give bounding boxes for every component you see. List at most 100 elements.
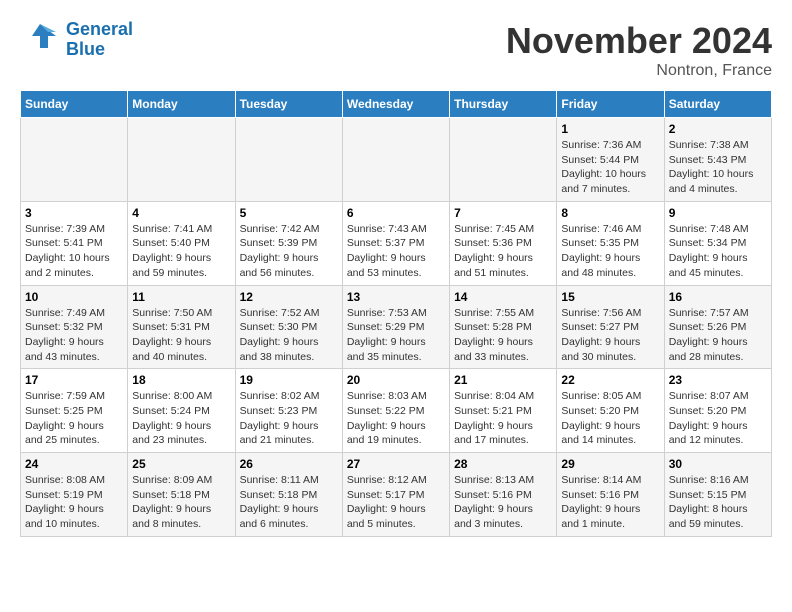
day-info: Sunrise: 8:00 AM Sunset: 5:24 PM Dayligh… xyxy=(132,389,230,448)
day-cell xyxy=(21,118,128,202)
day-info: Sunrise: 7:49 AM Sunset: 5:32 PM Dayligh… xyxy=(25,306,123,365)
header-thursday: Thursday xyxy=(450,91,557,118)
day-cell: 9 Sunrise: 7:48 AM Sunset: 5:34 PM Daylig… xyxy=(664,201,771,285)
day-cell: 29 Sunrise: 8:14 AM Sunset: 5:16 PM Dayli… xyxy=(557,453,664,537)
calendar-header: SundayMondayTuesdayWednesdayThursdayFrid… xyxy=(21,91,772,118)
day-number: 1 xyxy=(561,122,659,136)
day-cell: 7 Sunrise: 7:45 AM Sunset: 5:36 PM Daylig… xyxy=(450,201,557,285)
day-cell: 3 Sunrise: 7:39 AM Sunset: 5:41 PM Daylig… xyxy=(21,201,128,285)
day-cell: 5 Sunrise: 7:42 AM Sunset: 5:39 PM Daylig… xyxy=(235,201,342,285)
day-cell xyxy=(128,118,235,202)
day-cell: 19 Sunrise: 8:02 AM Sunset: 5:23 PM Dayli… xyxy=(235,369,342,453)
day-number: 20 xyxy=(347,373,445,387)
week-row-5: 24Sunrise: 8:08 AM Sunset: 5:19 PM Dayli… xyxy=(21,453,772,537)
header-monday: Monday xyxy=(128,91,235,118)
day-number: 19 xyxy=(240,373,338,387)
week-row-4: 17Sunrise: 7:59 AM Sunset: 5:25 PM Dayli… xyxy=(21,369,772,453)
day-number: 10 xyxy=(25,290,123,304)
calendar-table: SundayMondayTuesdayWednesdayThursdayFrid… xyxy=(20,90,772,537)
day-number: 28 xyxy=(454,457,552,471)
day-cell: 6Sunrise: 7:43 AM Sunset: 5:37 PM Daylig… xyxy=(342,201,449,285)
day-cell: 27Sunrise: 8:12 AM Sunset: 5:17 PM Dayli… xyxy=(342,453,449,537)
day-cell: 16 Sunrise: 7:57 AM Sunset: 5:26 PM Dayli… xyxy=(664,285,771,369)
day-number: 13 xyxy=(347,290,445,304)
day-cell: 23 Sunrise: 8:07 AM Sunset: 5:20 PM Dayli… xyxy=(664,369,771,453)
calendar-body: 1 Sunrise: 7:36 AM Sunset: 5:44 PM Daylig… xyxy=(21,118,772,537)
day-cell: 4 Sunrise: 7:41 AM Sunset: 5:40 PM Daylig… xyxy=(128,201,235,285)
day-info: Sunrise: 8:09 AM Sunset: 5:18 PM Dayligh… xyxy=(132,473,230,532)
day-cell: 17Sunrise: 7:59 AM Sunset: 5:25 PM Dayli… xyxy=(21,369,128,453)
logo-icon xyxy=(20,20,60,60)
day-cell: 24Sunrise: 8:08 AM Sunset: 5:19 PM Dayli… xyxy=(21,453,128,537)
title-block: November 2024 Nontron, France xyxy=(506,20,772,80)
day-cell: 21 Sunrise: 8:04 AM Sunset: 5:21 PM Dayli… xyxy=(450,369,557,453)
day-number: 15 xyxy=(561,290,659,304)
day-cell: 2 Sunrise: 7:38 AM Sunset: 5:43 PM Daylig… xyxy=(664,118,771,202)
day-number: 2 xyxy=(669,122,767,136)
logo-line1: General xyxy=(66,19,133,39)
day-info: Sunrise: 8:14 AM Sunset: 5:16 PM Dayligh… xyxy=(561,473,659,532)
day-cell: 10 Sunrise: 7:49 AM Sunset: 5:32 PM Dayli… xyxy=(21,285,128,369)
day-number: 8 xyxy=(561,206,659,220)
day-cell: 18 Sunrise: 8:00 AM Sunset: 5:24 PM Dayli… xyxy=(128,369,235,453)
header-saturday: Saturday xyxy=(664,91,771,118)
day-cell: 1 Sunrise: 7:36 AM Sunset: 5:44 PM Daylig… xyxy=(557,118,664,202)
day-number: 3 xyxy=(25,206,123,220)
header-friday: Friday xyxy=(557,91,664,118)
day-cell: 25Sunrise: 8:09 AM Sunset: 5:18 PM Dayli… xyxy=(128,453,235,537)
day-info: Sunrise: 7:48 AM Sunset: 5:34 PM Dayligh… xyxy=(669,222,767,281)
day-info: Sunrise: 7:39 AM Sunset: 5:41 PM Dayligh… xyxy=(25,222,123,281)
day-cell: 22Sunrise: 8:05 AM Sunset: 5:20 PM Dayli… xyxy=(557,369,664,453)
day-info: Sunrise: 7:41 AM Sunset: 5:40 PM Dayligh… xyxy=(132,222,230,281)
logo-text: General Blue xyxy=(66,20,133,60)
day-info: Sunrise: 8:02 AM Sunset: 5:23 PM Dayligh… xyxy=(240,389,338,448)
day-cell: 13 Sunrise: 7:53 AM Sunset: 5:29 PM Dayli… xyxy=(342,285,449,369)
day-info: Sunrise: 7:50 AM Sunset: 5:31 PM Dayligh… xyxy=(132,306,230,365)
day-info: Sunrise: 7:36 AM Sunset: 5:44 PM Dayligh… xyxy=(561,138,659,197)
day-info: Sunrise: 7:53 AM Sunset: 5:29 PM Dayligh… xyxy=(347,306,445,365)
header-wednesday: Wednesday xyxy=(342,91,449,118)
day-info: Sunrise: 8:16 AM Sunset: 5:15 PM Dayligh… xyxy=(669,473,767,532)
day-info: Sunrise: 7:55 AM Sunset: 5:28 PM Dayligh… xyxy=(454,306,552,365)
header-row: SundayMondayTuesdayWednesdayThursdayFrid… xyxy=(21,91,772,118)
logo-line2: Blue xyxy=(66,39,105,59)
day-info: Sunrise: 7:46 AM Sunset: 5:35 PM Dayligh… xyxy=(561,222,659,281)
day-info: Sunrise: 7:42 AM Sunset: 5:39 PM Dayligh… xyxy=(240,222,338,281)
week-row-1: 1 Sunrise: 7:36 AM Sunset: 5:44 PM Daylig… xyxy=(21,118,772,202)
day-number: 5 xyxy=(240,206,338,220)
day-number: 4 xyxy=(132,206,230,220)
day-number: 14 xyxy=(454,290,552,304)
day-number: 29 xyxy=(561,457,659,471)
day-cell: 12Sunrise: 7:52 AM Sunset: 5:30 PM Dayli… xyxy=(235,285,342,369)
day-info: Sunrise: 8:03 AM Sunset: 5:22 PM Dayligh… xyxy=(347,389,445,448)
day-info: Sunrise: 8:07 AM Sunset: 5:20 PM Dayligh… xyxy=(669,389,767,448)
day-cell xyxy=(450,118,557,202)
page-header: General Blue November 2024 Nontron, Fran… xyxy=(20,20,772,80)
day-number: 18 xyxy=(132,373,230,387)
day-number: 12 xyxy=(240,290,338,304)
day-info: Sunrise: 7:59 AM Sunset: 5:25 PM Dayligh… xyxy=(25,389,123,448)
day-cell: 26Sunrise: 8:11 AM Sunset: 5:18 PM Dayli… xyxy=(235,453,342,537)
day-info: Sunrise: 7:43 AM Sunset: 5:37 PM Dayligh… xyxy=(347,222,445,281)
day-number: 30 xyxy=(669,457,767,471)
day-info: Sunrise: 7:38 AM Sunset: 5:43 PM Dayligh… xyxy=(669,138,767,197)
day-number: 24 xyxy=(25,457,123,471)
day-info: Sunrise: 8:13 AM Sunset: 5:16 PM Dayligh… xyxy=(454,473,552,532)
day-number: 26 xyxy=(240,457,338,471)
day-number: 9 xyxy=(669,206,767,220)
day-cell: 30 Sunrise: 8:16 AM Sunset: 5:15 PM Dayli… xyxy=(664,453,771,537)
day-info: Sunrise: 8:05 AM Sunset: 5:20 PM Dayligh… xyxy=(561,389,659,448)
day-cell xyxy=(235,118,342,202)
day-info: Sunrise: 7:56 AM Sunset: 5:27 PM Dayligh… xyxy=(561,306,659,365)
day-number: 16 xyxy=(669,290,767,304)
logo: General Blue xyxy=(20,20,133,60)
day-info: Sunrise: 8:04 AM Sunset: 5:21 PM Dayligh… xyxy=(454,389,552,448)
day-number: 7 xyxy=(454,206,552,220)
day-number: 21 xyxy=(454,373,552,387)
header-sunday: Sunday xyxy=(21,91,128,118)
day-cell xyxy=(342,118,449,202)
day-info: Sunrise: 7:45 AM Sunset: 5:36 PM Dayligh… xyxy=(454,222,552,281)
day-info: Sunrise: 7:57 AM Sunset: 5:26 PM Dayligh… xyxy=(669,306,767,365)
day-cell: 14 Sunrise: 7:55 AM Sunset: 5:28 PM Dayli… xyxy=(450,285,557,369)
day-number: 23 xyxy=(669,373,767,387)
